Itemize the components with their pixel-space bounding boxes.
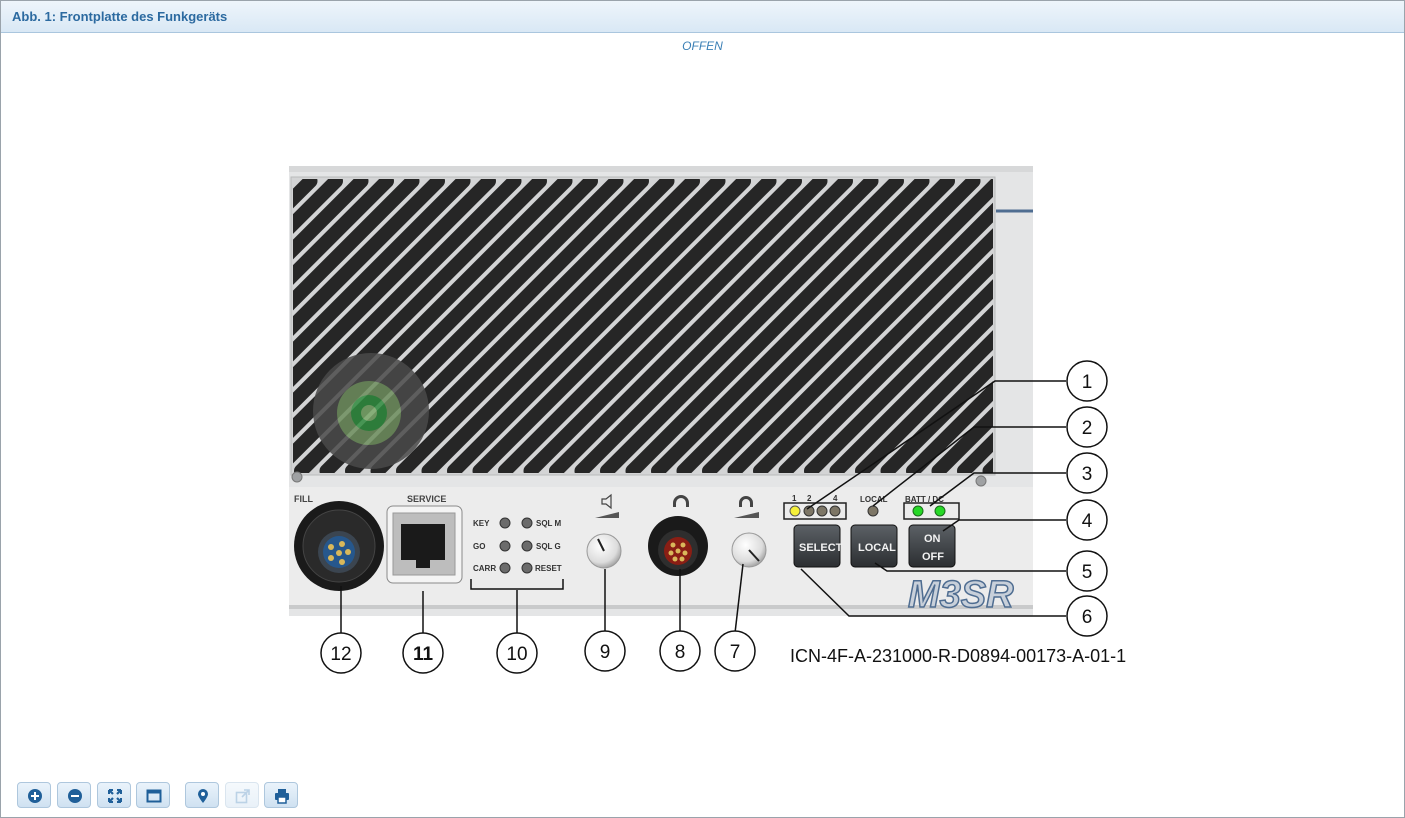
callout-12: 12 xyxy=(320,632,362,674)
vent-slot xyxy=(1092,181,1382,471)
fan xyxy=(313,353,429,469)
vent-slot xyxy=(1117,181,1404,471)
svg-text:11: 11 xyxy=(413,644,434,665)
fit-to-window-icon xyxy=(108,789,122,803)
svg-text:LOCAL: LOCAL xyxy=(858,542,896,554)
callout-4: 4 xyxy=(1066,499,1108,541)
callout-11: 11 xyxy=(402,632,444,674)
vent-slot xyxy=(1066,181,1356,471)
callout-5: 5 xyxy=(1066,550,1108,592)
zoom-in-button[interactable] xyxy=(17,782,51,808)
svg-text:OFF: OFF xyxy=(922,551,944,563)
zoom-out-button[interactable] xyxy=(57,782,91,808)
svg-text:2: 2 xyxy=(1082,418,1093,439)
callout-3: 3 xyxy=(1066,452,1108,494)
callout-2: 2 xyxy=(1066,406,1108,448)
svg-text:1: 1 xyxy=(1082,372,1093,393)
location-pin-button[interactable] xyxy=(185,782,219,808)
svg-text:SQL M: SQL M xyxy=(536,519,562,528)
zoom-in-icon xyxy=(28,789,42,803)
window-button[interactable] xyxy=(136,782,170,808)
zoom-out-icon xyxy=(68,789,82,803)
callout-10: 10 xyxy=(496,632,538,674)
svg-text:12: 12 xyxy=(330,644,351,665)
label-service: SERVICE xyxy=(407,494,446,504)
svg-text:ON: ON xyxy=(924,533,941,545)
vent-slot xyxy=(1194,181,1405,471)
print-icon xyxy=(275,789,289,804)
svg-text:10: 10 xyxy=(506,644,527,665)
svg-text:4: 4 xyxy=(833,494,838,503)
svg-text:1: 1 xyxy=(792,494,797,503)
front-panel-illustration: FILL SERVICE KEY GO CARR SQL M SQL G RES… xyxy=(1,166,1405,674)
svg-text:SELECT: SELECT xyxy=(799,542,843,554)
service-ethernet-port xyxy=(386,505,463,584)
svg-text:LOCAL: LOCAL xyxy=(860,495,888,504)
svg-text:6: 6 xyxy=(1082,607,1093,628)
svg-text:5: 5 xyxy=(1082,562,1093,583)
fill-connector xyxy=(294,501,384,591)
callout-7: 7 xyxy=(714,630,756,672)
print-button[interactable] xyxy=(264,782,298,808)
svg-text:8: 8 xyxy=(675,642,686,663)
label-fill: FILL xyxy=(294,494,313,504)
vent-slot xyxy=(1143,181,1405,471)
svg-text:9: 9 xyxy=(600,642,611,663)
svg-text:2: 2 xyxy=(807,494,812,503)
svg-text:7: 7 xyxy=(730,642,741,663)
brand-logo: M3SR xyxy=(908,574,1014,616)
vent-slot xyxy=(1219,181,1404,471)
vent-slot xyxy=(1,181,260,471)
svg-text:KEY: KEY xyxy=(473,519,490,528)
vent-slot xyxy=(1168,181,1404,471)
fit-to-window-button[interactable] xyxy=(97,782,131,808)
vent-slot xyxy=(1245,181,1405,471)
svg-text:CARR: CARR xyxy=(473,564,496,573)
callout-9: 9 xyxy=(584,630,626,672)
svg-text:RESET: RESET xyxy=(535,564,562,573)
vent-slot xyxy=(293,179,318,209)
callout-8: 8 xyxy=(659,630,701,672)
callout-6: 6 xyxy=(1066,595,1108,637)
window-icon xyxy=(146,789,162,803)
figure-window: Abb. 1: Frontplatte des Funkgeräts OFFEN xyxy=(0,0,1405,818)
external-link-icon xyxy=(235,789,250,804)
svg-text:GO: GO xyxy=(473,542,485,551)
callout-1: 1 xyxy=(1066,360,1108,402)
icn-code: ICN-4F-A-231000-R-D0894-00173-A-01-1 xyxy=(790,646,1127,666)
vent-slot xyxy=(1,181,234,471)
svg-text:3: 3 xyxy=(1082,464,1093,485)
external-link-button[interactable] xyxy=(225,782,259,808)
svg-text:SQL G: SQL G xyxy=(536,542,561,551)
ventilation-slots xyxy=(1,179,1405,473)
vent-slot xyxy=(1,181,285,471)
svg-text:4: 4 xyxy=(1082,511,1093,532)
location-pin-icon xyxy=(198,789,208,803)
